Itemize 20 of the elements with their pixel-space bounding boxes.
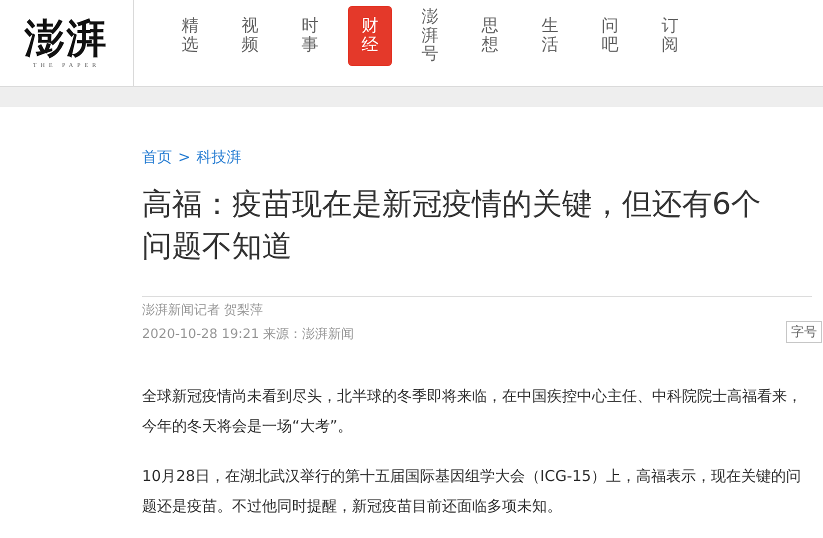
nav-tab[interactable]: 订阅 xyxy=(648,6,692,66)
nav-tab[interactable]: 澎湃号 xyxy=(408,6,452,66)
nav-tab[interactable]: 财经 xyxy=(348,6,392,66)
nav-tab[interactable]: 视频 xyxy=(228,6,272,66)
paragraph: 10月28日，在湖北武汉举行的第十五届国际基因组学大会（ICG-15）上，高福表示，现在关键的问题还是疫苗。不过他同时提醒，新冠疫苗目前还面临多项未知。 xyxy=(142,466,802,517)
logo[interactable]: 澎湃 xyxy=(24,17,108,61)
nav-tab[interactable]: 问吧 xyxy=(588,6,632,66)
breadcrumb-separator: > xyxy=(178,148,191,166)
article-title: 高福：疫苗现在是新冠疫情的关键，但还有6个问题不知道 xyxy=(142,186,762,266)
nav-tab[interactable]: 生活 xyxy=(528,6,572,66)
font-size-button[interactable]: 字号 xyxy=(786,321,822,343)
source-text: 来源：澎湃新闻 xyxy=(263,327,354,342)
paragraph: 全球新冠疫情尚未看到尽头，北半球的冬季即将来临，在中国疾控中心主任、中科院院士高福看来，今年的冬天将会是一场“大考”。 xyxy=(142,386,803,437)
publish-date: 2020-10-28 19:21 xyxy=(142,327,260,342)
nav-tab[interactable]: 时事 xyxy=(288,6,332,66)
breadcrumb-link[interactable]: 首页 xyxy=(142,148,172,166)
author-line: 澎湃新闻记者 贺梨萍 xyxy=(142,302,264,320)
breadcrumb-link[interactable]: 科技湃 xyxy=(196,148,242,166)
nav-tab[interactable]: 精选 xyxy=(168,6,212,66)
nav-tab[interactable]: 思想 xyxy=(468,6,512,66)
